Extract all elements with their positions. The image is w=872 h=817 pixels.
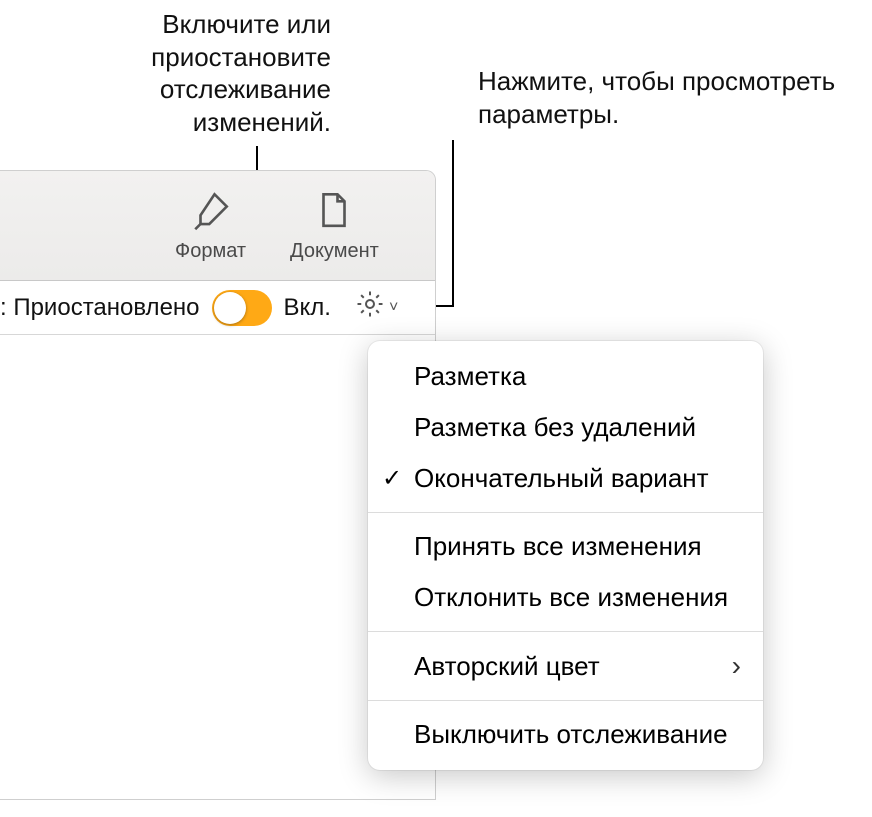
menu-item-reject-all[interactable]: Отклонить все изменения bbox=[368, 572, 763, 623]
menu-item-markup[interactable]: Разметка bbox=[368, 351, 763, 402]
menu-item-label: Отклонить все изменения bbox=[414, 582, 728, 613]
callout-toggle: Включите или приостановите отслеживание … bbox=[81, 8, 331, 138]
menu-item-turn-off-tracking[interactable]: Выключить отслеживание bbox=[368, 709, 763, 760]
leader-line bbox=[434, 305, 452, 307]
callout-gear: Нажмите, чтобы просмотреть параметры. bbox=[478, 65, 838, 130]
menu-item-label: Разметка bbox=[414, 361, 526, 392]
gear-icon bbox=[355, 289, 385, 326]
menu-item-author-color[interactable]: Авторский цвет › bbox=[368, 640, 763, 692]
menu-item-markup-no-deletions[interactable]: Разметка без удалений bbox=[368, 402, 763, 453]
menu-separator bbox=[368, 512, 763, 513]
menu-item-label: Авторский цвет bbox=[414, 651, 600, 682]
tracking-bar: : Приостановлено Вкл. ˅ bbox=[0, 281, 435, 335]
tracking-toggle[interactable] bbox=[212, 290, 272, 326]
tracking-options-menu: Разметка Разметка без удалений ✓ Окончат… bbox=[368, 341, 763, 770]
menu-item-label: Окончательный вариант bbox=[414, 463, 709, 494]
tracking-options-button[interactable]: ˅ bbox=[349, 287, 404, 328]
format-button[interactable]: Формат bbox=[175, 189, 246, 263]
toolbar-label: Формат bbox=[175, 240, 246, 263]
document-icon bbox=[313, 189, 355, 236]
menu-item-label: Выключить отслеживание bbox=[414, 719, 728, 750]
menu-item-accept-all[interactable]: Принять все изменения bbox=[368, 521, 763, 572]
document-button[interactable]: Документ bbox=[290, 189, 379, 263]
toolbar: Формат Документ bbox=[0, 171, 435, 281]
menu-item-label: Принять все изменения bbox=[414, 531, 702, 562]
toggle-knob bbox=[214, 292, 246, 324]
toolbar-label: Документ bbox=[290, 240, 379, 263]
menu-separator bbox=[368, 700, 763, 701]
tracking-status-paused: : Приостановлено bbox=[0, 294, 200, 322]
menu-item-final[interactable]: ✓ Окончательный вариант bbox=[368, 453, 763, 504]
chevron-down-icon: ˅ bbox=[389, 299, 398, 317]
leader-line bbox=[452, 140, 454, 307]
paintbrush-icon bbox=[190, 189, 232, 236]
checkmark-icon: ✓ bbox=[382, 463, 402, 492]
menu-separator bbox=[368, 631, 763, 632]
menu-item-label: Разметка без удалений bbox=[414, 412, 696, 443]
chevron-right-icon: › bbox=[732, 650, 741, 682]
tracking-status-on: Вкл. bbox=[284, 294, 331, 322]
